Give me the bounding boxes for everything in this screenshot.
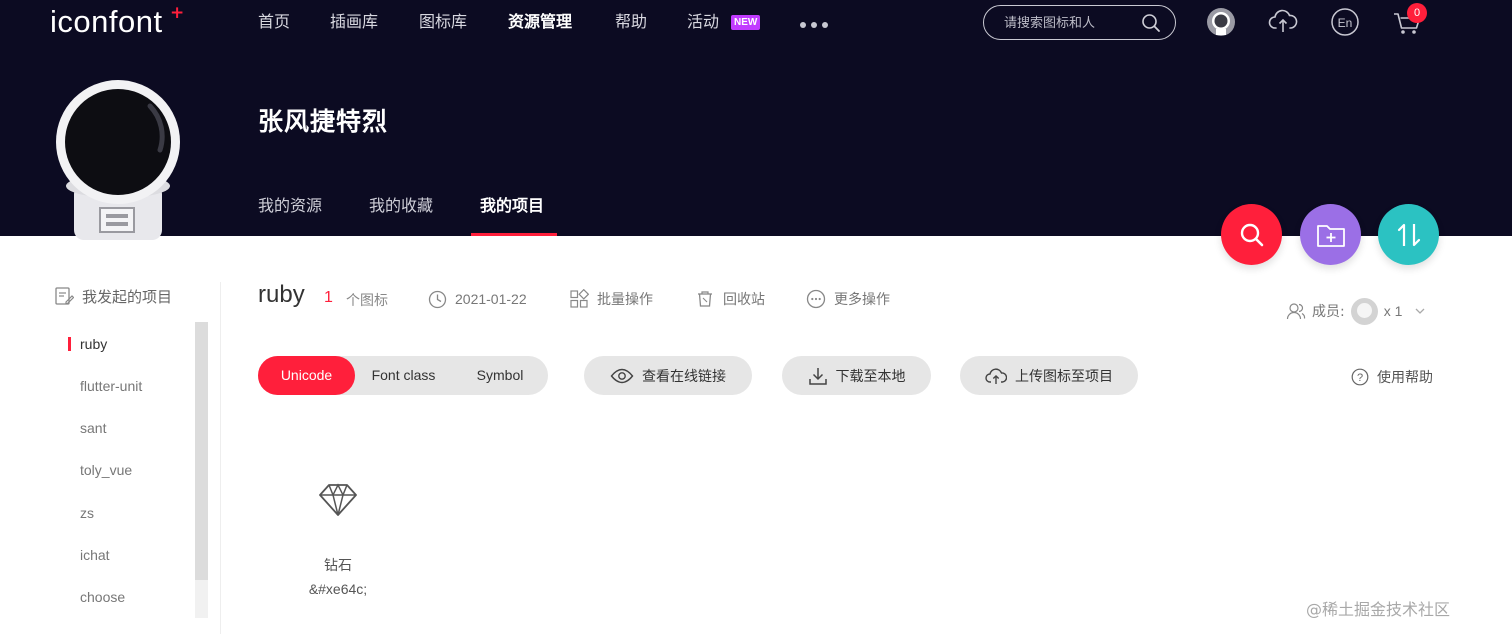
sidebar-item-toly-vue[interactable]: toly_vue — [80, 461, 132, 479]
tab-font-class[interactable]: Font class — [355, 356, 452, 395]
members-count: x 1 — [1383, 303, 1403, 319]
sort-arrows-icon — [1397, 223, 1420, 246]
project-members[interactable]: 成员: x 1 — [1286, 297, 1428, 325]
language-en-icon[interactable]: En — [1330, 7, 1360, 37]
usage-help-label: 使用帮助 — [1377, 370, 1433, 386]
nav-item-resource-management[interactable]: 资源管理 — [508, 11, 572, 33]
chevron-down-icon — [1415, 308, 1425, 314]
more-operations-label: 更多操作 — [834, 292, 890, 308]
search-icon[interactable] — [1141, 13, 1161, 33]
project-date: 2021-01-22 — [428, 287, 527, 311]
sidebar-item-ruby[interactable]: ruby — [80, 335, 107, 353]
iconfont-logo[interactable]: iconfont — [50, 6, 163, 38]
tab-unicode[interactable]: Unicode — [258, 356, 355, 395]
nav-item-icon-library[interactable]: 图标库 — [419, 11, 467, 33]
folder-add-icon — [1316, 224, 1345, 247]
sidebar-scrollbar-thumb[interactable] — [195, 322, 208, 580]
download-label: 下载至本地 — [835, 368, 906, 385]
icon-name: 钻石 — [324, 558, 352, 574]
clock-icon — [428, 290, 447, 308]
add-folder-fab-button[interactable] — [1300, 204, 1361, 265]
new-badge: NEW — [731, 15, 761, 30]
more-operations-button[interactable]: 更多操作 — [806, 287, 890, 311]
icon-unicode-code: &#xe64c; — [308, 581, 368, 597]
upload-cloud-icon[interactable] — [1268, 7, 1298, 37]
upload-icons-button[interactable]: 上传图标至项目 — [960, 356, 1138, 395]
svg-text:?: ? — [1357, 372, 1363, 384]
search-fab-button[interactable] — [1221, 204, 1282, 265]
tab-my-resources[interactable]: 我的资源 — [258, 195, 322, 217]
recycle-bin-label: 回收站 — [723, 292, 765, 308]
sidebar-title: 我发起的项目 — [54, 285, 172, 307]
logo-plus-mark: + — [170, 3, 185, 23]
member-avatar — [1350, 297, 1378, 325]
download-button[interactable]: 下载至本地 — [782, 356, 931, 395]
members-label: 成员: — [1312, 304, 1345, 320]
edit-document-icon — [55, 287, 74, 305]
header-banner: iconfont + 首页 插画库 图标库 资源管理 帮助 活动 NEW En — [0, 0, 1512, 240]
sort-fab-button[interactable] — [1378, 204, 1439, 265]
project-date-text: 2021-01-22 — [455, 291, 527, 307]
user-avatar-icon[interactable] — [1206, 7, 1236, 37]
upload-cloud-icon — [985, 367, 1007, 384]
sidebar-title-label: 我发起的项目 — [82, 287, 173, 306]
more-circle-icon — [806, 289, 826, 309]
view-online-link-button[interactable]: 查看在线链接 — [584, 356, 752, 395]
active-tab-indicator — [471, 233, 557, 236]
ellipsis-icon[interactable] — [800, 22, 828, 28]
icon-card[interactable]: 钻石 &#xe64c; — [288, 465, 388, 605]
sidebar-item-sant[interactable]: sant — [80, 419, 106, 437]
nav-item-illustrations[interactable]: 插画库 — [330, 11, 378, 33]
search-icon — [1240, 223, 1263, 246]
eye-icon — [610, 368, 634, 383]
tab-my-projects[interactable]: 我的项目 — [480, 195, 544, 217]
batch-operations-button[interactable]: 批量操作 — [569, 287, 653, 311]
astronaut-avatar[interactable] — [54, 80, 182, 240]
active-project-marker — [68, 337, 71, 351]
grid-icon — [570, 289, 589, 308]
project-icon-count-label: 个图标 — [346, 293, 388, 309]
diamond-icon — [319, 483, 357, 516]
svg-text:En: En — [1338, 16, 1353, 30]
sidebar-item-choose[interactable]: choose — [80, 588, 125, 606]
members-icon — [1286, 303, 1306, 320]
format-tabs: Unicode Font class Symbol — [258, 356, 548, 395]
nav-item-activities[interactable]: 活动 — [687, 11, 719, 33]
batch-operations-label: 批量操作 — [597, 292, 653, 308]
sidebar-item-flutter-unit[interactable]: flutter-unit — [80, 377, 142, 395]
trash-icon — [698, 291, 712, 307]
nav-item-home[interactable]: 首页 — [258, 11, 290, 33]
juejin-watermark: @稀土掘金技术社区 — [1306, 600, 1451, 619]
sidebar-item-zs[interactable]: zs — [80, 504, 94, 522]
download-icon — [808, 367, 827, 385]
tab-my-favorites[interactable]: 我的收藏 — [369, 195, 433, 217]
cart-count-badge: 0 — [1407, 3, 1427, 23]
user-name: 张风捷特烈 — [258, 107, 389, 136]
usage-help-link[interactable]: ? 使用帮助 — [1351, 367, 1433, 387]
project-title: ruby — [258, 281, 305, 308]
view-online-link-label: 查看在线链接 — [642, 368, 726, 385]
tab-symbol[interactable]: Symbol — [452, 356, 548, 395]
search-input[interactable] — [1004, 13, 1134, 33]
search-box — [983, 5, 1176, 40]
sidebar-item-ichat[interactable]: ichat — [80, 546, 110, 564]
upload-icons-label: 上传图标至项目 — [1015, 368, 1113, 385]
project-icon-count: 1 — [324, 289, 333, 306]
recycle-bin-button[interactable]: 回收站 — [695, 287, 765, 311]
nav-item-help[interactable]: 帮助 — [615, 11, 647, 33]
question-circle-icon: ? — [1351, 368, 1369, 386]
sidebar-divider — [220, 282, 221, 634]
